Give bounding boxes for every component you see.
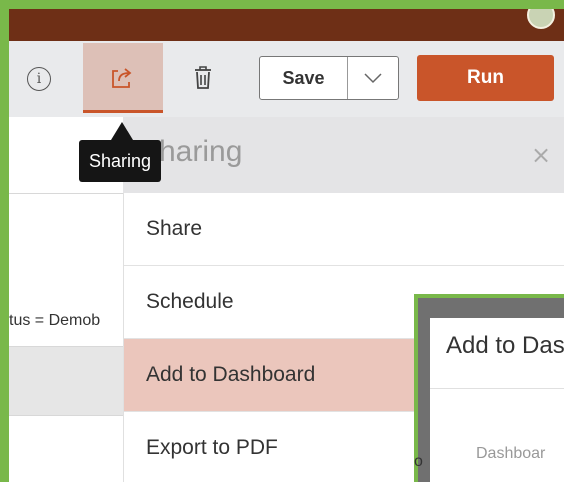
app-frame: i Save Run tus = Demob haring × Share Sc…: [0, 0, 564, 482]
menu-item-share[interactable]: Share: [124, 193, 564, 266]
save-button-group: Save: [259, 56, 399, 100]
divider: [9, 193, 127, 194]
add-to-dashboard-dialog-overlay: Add to Das Dashboar: [414, 294, 564, 482]
sharing-panel-title: haring: [159, 135, 243, 168]
dialog-title: Add to Das: [446, 332, 564, 359]
filter-text: tus = Demob: [9, 312, 101, 329]
sharing-panel-header: haring ×: [123, 117, 564, 194]
divider: [9, 415, 127, 416]
delete-button[interactable]: [193, 65, 213, 96]
save-button[interactable]: Save: [260, 57, 348, 99]
avatar[interactable]: [527, 9, 555, 29]
save-options-button[interactable]: [348, 57, 398, 99]
info-icon[interactable]: i: [27, 67, 51, 91]
top-bar: [9, 9, 564, 41]
add-to-dashboard-dialog: Add to Das Dashboar: [430, 318, 564, 482]
sharing-button[interactable]: [83, 43, 163, 113]
peek-text: o: [414, 453, 423, 470]
run-button[interactable]: Run: [417, 55, 554, 101]
close-icon[interactable]: ×: [531, 141, 551, 169]
share-export-icon: [112, 68, 132, 88]
toolbar: i Save Run: [9, 41, 564, 117]
dashboard-field-label: Dashboar: [476, 445, 546, 462]
report-row: [9, 347, 127, 415]
tooltip-arrow: [111, 122, 133, 140]
trash-icon: [195, 66, 211, 89]
sharing-tooltip: Sharing: [79, 140, 162, 182]
chevron-down-icon: [364, 73, 382, 84]
divider: [430, 388, 564, 389]
